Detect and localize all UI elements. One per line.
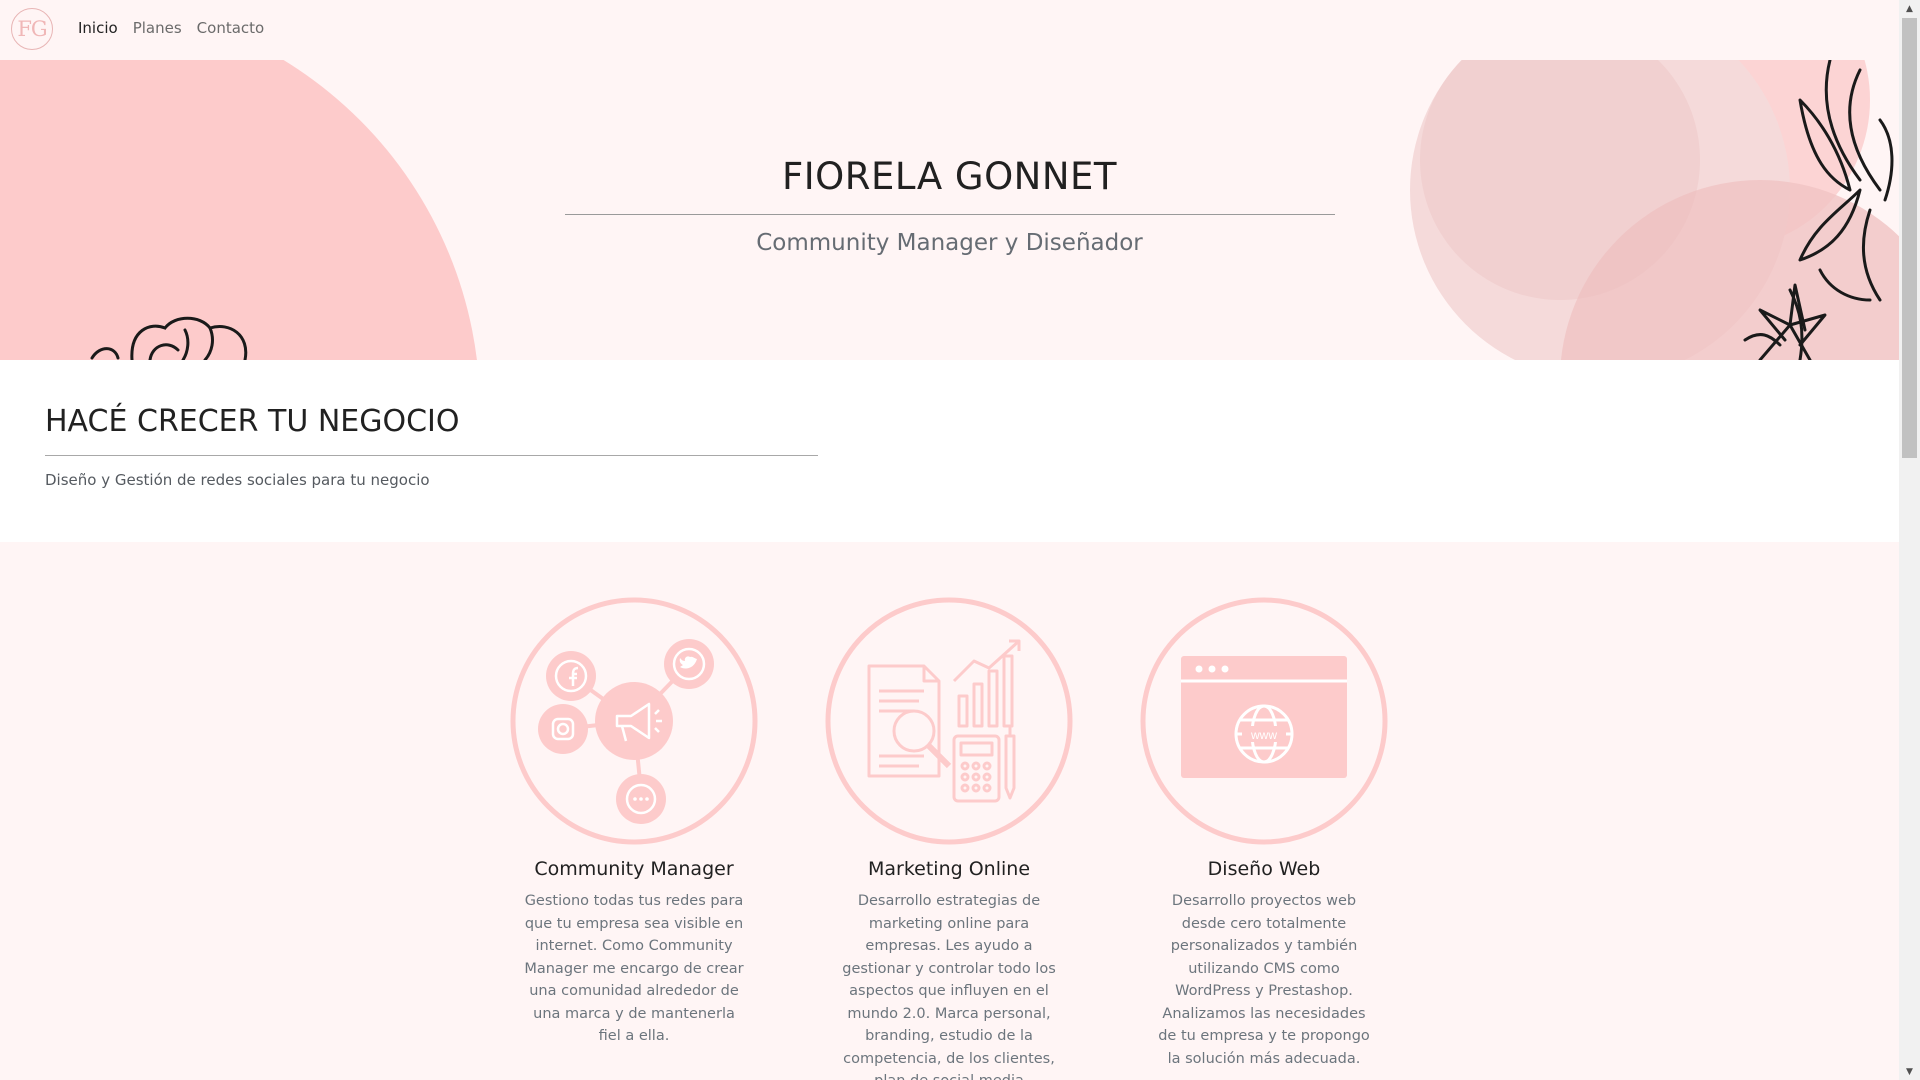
nav-link-planes[interactable]: Planes (133, 19, 182, 37)
service-description: Gestiono todas tus redes para que tu emp… (524, 893, 744, 1044)
hero-decoration (0, 60, 1899, 360)
page-scrollbar[interactable]: ▲ ▼ (1899, 0, 1920, 1080)
service-title: Marketing Online (867, 858, 1031, 880)
hero-divider (565, 214, 1335, 215)
intro-section: HACÉ CRECER TU NEGOCIO Diseño y Gestión … (0, 360, 1899, 542)
intro-title: HACÉ CRECER TU NEGOCIO (45, 404, 460, 439)
service-card-community-manager: Community Manager Gestiono todas tus red… (509, 596, 759, 1048)
hero-subtitle: Community Manager y Diseñador (756, 230, 1143, 256)
scrollbar-thumb[interactable] (1902, 18, 1917, 458)
web-browser-icon: www (1139, 596, 1389, 846)
navbar: FG Inicio Planes Contacto (0, 0, 1899, 60)
service-description: Desarrollo proyectos web desde cero tota… (1158, 893, 1370, 1067)
nav-link-inicio[interactable]: Inicio (78, 19, 118, 37)
nav-link-contacto[interactable]: Contacto (197, 19, 265, 37)
page: FG Inicio Planes Contacto FIORELA GONNET… (0, 0, 1899, 1080)
intro-text: Diseño y Gestión de redes sociales para … (45, 471, 430, 489)
service-title: Diseño Web (1207, 858, 1321, 880)
svg-text:www: www (1250, 728, 1277, 742)
nav-links: Inicio Planes Contacto (78, 19, 264, 37)
social-network-icon (509, 596, 759, 846)
service-card-marketing-online: Marketing Online Desarrollo estrategias … (824, 596, 1074, 1080)
intro-divider (45, 455, 818, 456)
scroll-up-arrow-icon[interactable]: ▲ (1899, 0, 1920, 17)
scroll-down-arrow-icon[interactable]: ▼ (1899, 1063, 1920, 1080)
hero-title: FIORELA GONNET (781, 155, 1118, 198)
services-section: Community Manager Gestiono todas tus red… (0, 542, 1899, 1080)
service-card-diseno-web: www Diseño Web Desarrollo proyectos web … (1139, 596, 1389, 1070)
logo[interactable]: FG (11, 8, 53, 50)
service-description: Desarrollo estrategias de marketing onli… (842, 893, 1056, 1080)
hero-banner: FIORELA GONNET Community Manager y Diseñ… (0, 60, 1899, 360)
service-title: Community Manager (534, 858, 734, 880)
marketing-analytics-icon (824, 596, 1074, 846)
